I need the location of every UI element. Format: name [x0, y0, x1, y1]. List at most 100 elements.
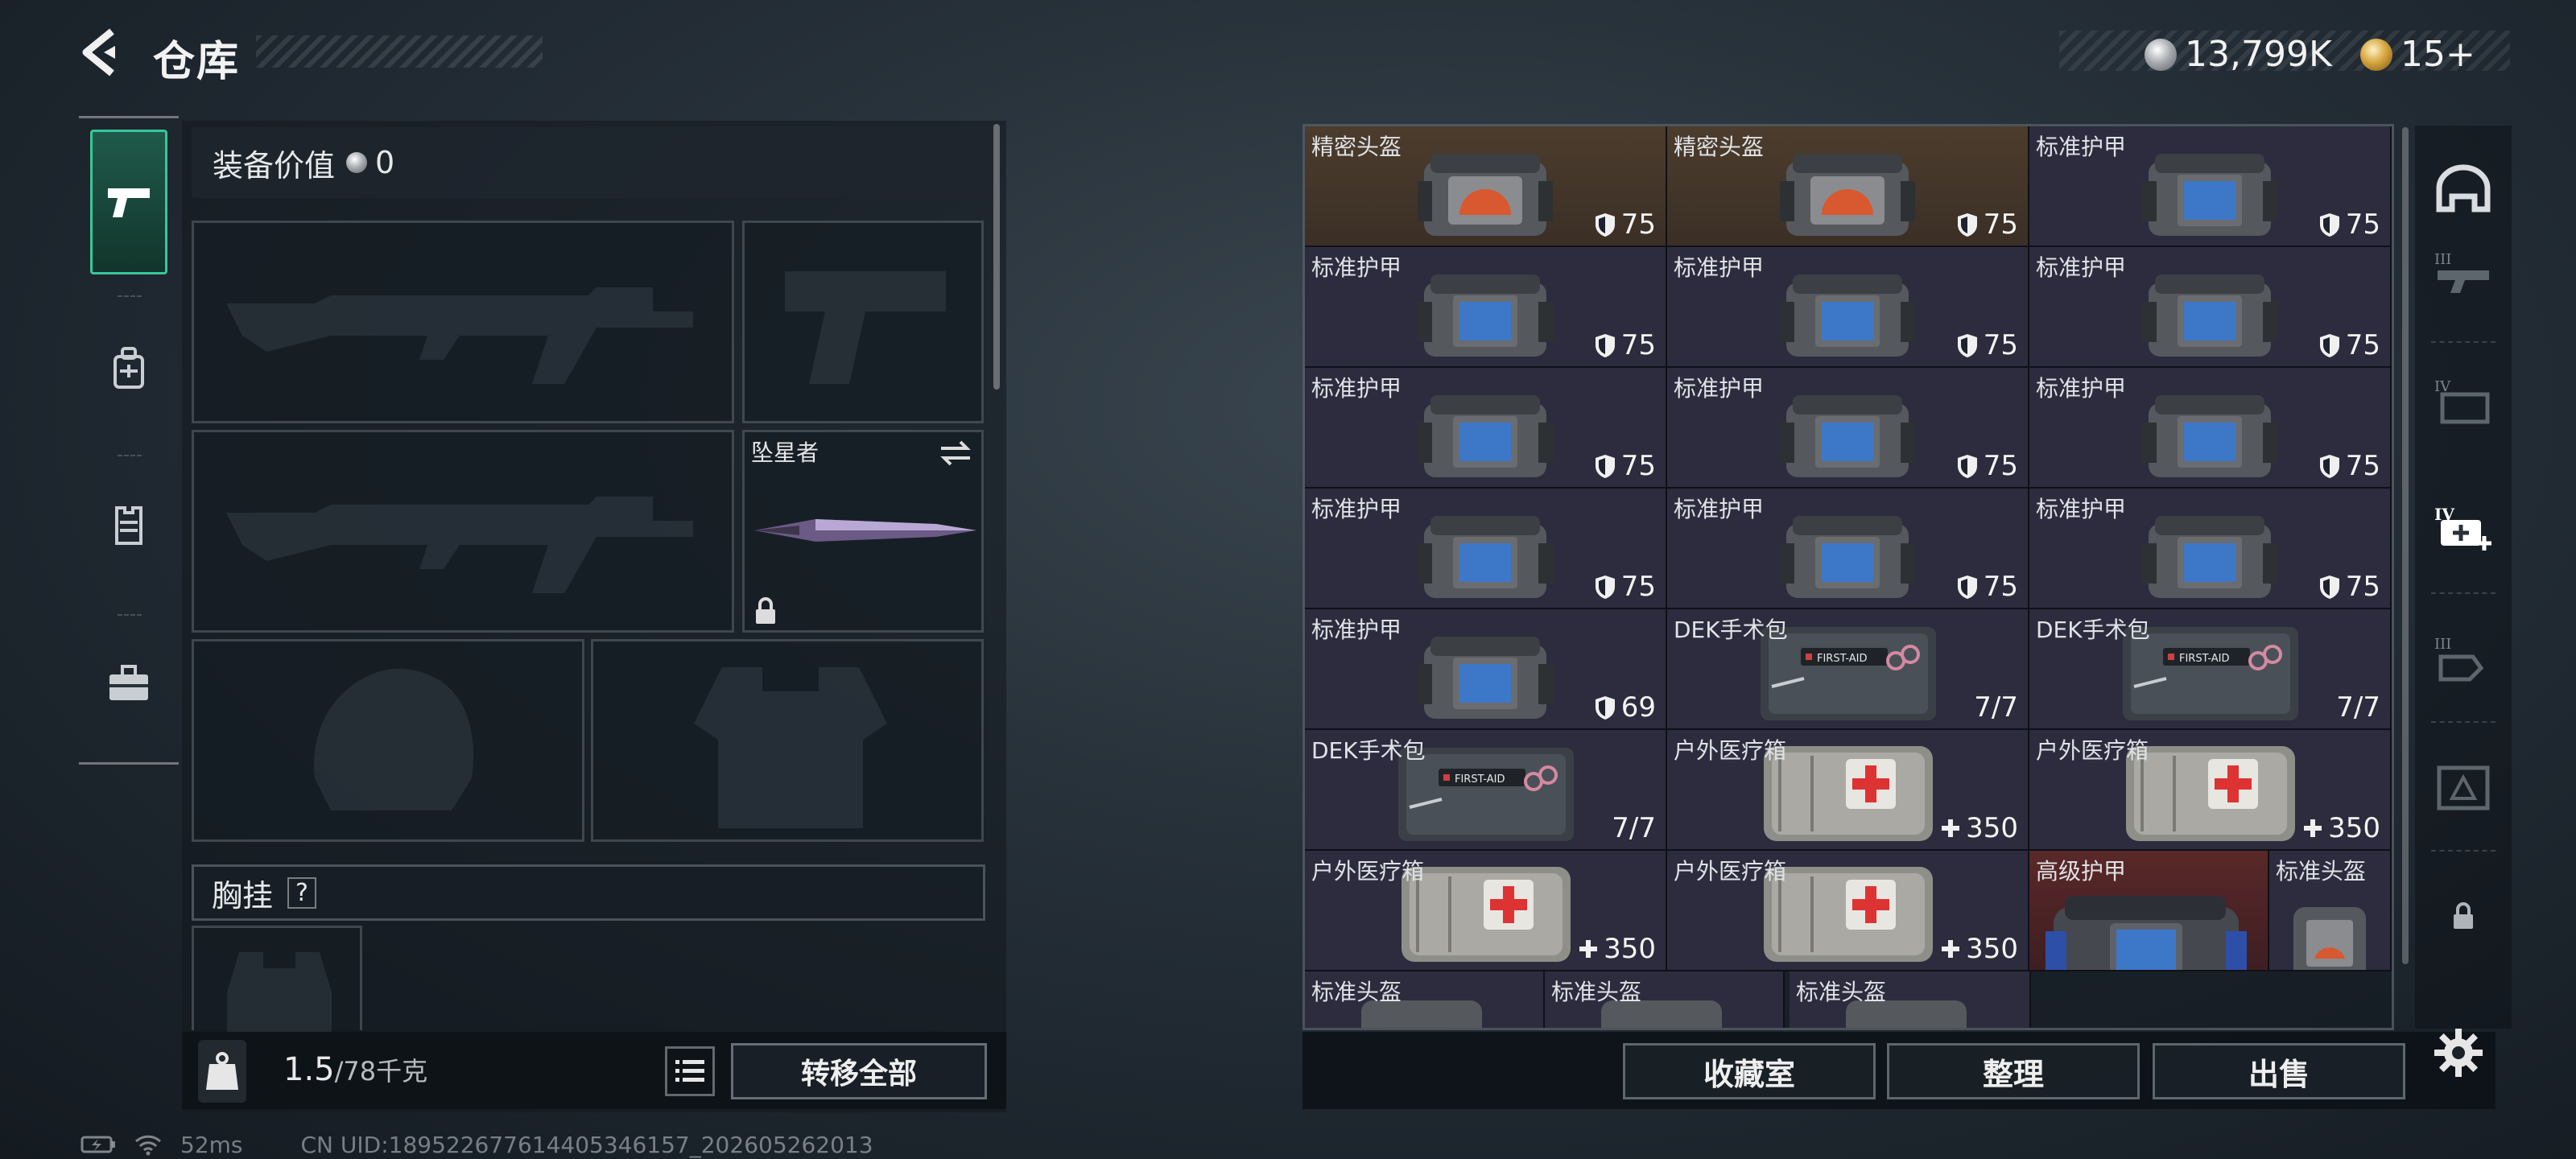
shield-icon: [1957, 575, 1977, 599]
gold-amount: 15+: [2401, 34, 2475, 75]
item-value: 75: [1956, 208, 2018, 241]
list-view-button[interactable]: [665, 1046, 715, 1096]
nav-separator: [2431, 721, 2496, 723]
silver-currency[interactable]: 13,799K: [2145, 34, 2332, 75]
bag-icon: [1780, 395, 1915, 477]
item-value-text: 75: [1983, 450, 2018, 482]
stash-item[interactable]: 标准护甲 75: [1667, 489, 2029, 609]
filter-helmet-tab[interactable]: [2429, 156, 2497, 224]
help-icon[interactable]: ?: [287, 876, 316, 909]
collection-room-button[interactable]: 收藏室: [1623, 1043, 1876, 1099]
shield-icon: [1595, 334, 1615, 357]
filter-tier4-ammo-tab[interactable]: IV: [2429, 367, 2497, 435]
item-name: DEK手术包: [2036, 617, 2150, 643]
sell-button[interactable]: 出售: [2153, 1043, 2405, 1099]
settings-button[interactable]: [2425, 1019, 2492, 1087]
warning-box-icon: [2437, 765, 2490, 810]
stash-grid: 精密头盔 75 精密头盔 75 标准护甲 75 标准护甲 75 标准护甲 75 标准护甲 75 标准护甲…: [1302, 124, 2394, 1030]
body-armor-slot[interactable]: [591, 639, 984, 842]
stash-item[interactable]: 标准护甲 75: [2029, 368, 2392, 489]
shield-icon: [2319, 213, 2339, 237]
back-button[interactable]: [74, 24, 130, 80]
item-value: 7/7: [1612, 812, 1656, 844]
item-value: 75: [2318, 450, 2380, 482]
stash-item[interactable]: DEK手术包 FIRST-AID 7/7: [2029, 609, 2392, 730]
stash-item[interactable]: DEK手术包 FIRST-AID 7/7: [1305, 730, 1667, 851]
item-name: 标准护甲: [1674, 254, 1765, 281]
bag-icon: [1780, 154, 1915, 236]
stash-item[interactable]: 标准护甲 75: [2029, 126, 2392, 247]
weight-current: 1.5: [283, 1051, 335, 1088]
filter-tier4-medical-tab[interactable]: IV: [2429, 496, 2497, 563]
item-name: 户外医疗箱: [1674, 737, 1787, 764]
stash-item[interactable]: 标准护甲 75: [1667, 247, 2029, 368]
stash-item[interactable]: 精密头盔 75: [1667, 126, 2029, 247]
shield-icon: [1595, 575, 1615, 599]
filter-tier3-tools-tab[interactable]: III: [2429, 625, 2497, 692]
bag-icon: [1418, 395, 1553, 477]
chest-rig-slot[interactable]: [192, 926, 362, 1033]
melee-slot[interactable]: 坠星者: [742, 430, 984, 633]
stash-item[interactable]: 标准护甲 75: [2029, 247, 2392, 368]
bag-icon: [2142, 395, 2277, 477]
item-name: 标准护甲: [2036, 254, 2127, 281]
stash-scrollbar[interactable]: [2402, 127, 2409, 964]
bag-icon: [2142, 154, 2277, 236]
stash-item[interactable]: 标准头盔: [2269, 851, 2392, 971]
gold-coin-icon: [2360, 38, 2392, 71]
stash-item[interactable]: 户外医疗箱 350: [1305, 851, 1667, 971]
sidearm-slot[interactable]: [742, 221, 984, 423]
stash-item[interactable]: 标准护甲 75: [1305, 368, 1667, 489]
equipment-value-label: 装备价值: [213, 147, 336, 184]
knife-icon: [754, 519, 976, 542]
item-value-text: 350: [1604, 933, 1656, 965]
loadout-category-nav: [79, 116, 179, 765]
stash-item[interactable]: 标准护甲 75: [1305, 247, 1667, 368]
bag-icon: [2142, 516, 2277, 598]
item-name: 标准头盔: [1551, 979, 1642, 1005]
transfer-all-button[interactable]: 转移全部: [731, 1043, 987, 1099]
nav-armor-tab[interactable]: [90, 453, 167, 598]
primary-weapon-slot-1[interactable]: [192, 221, 734, 423]
rifle-silhouette-icon: [226, 497, 693, 593]
item-value-text: 75: [2345, 329, 2380, 361]
item-value-text: 69: [1620, 691, 1656, 724]
organize-button[interactable]: 整理: [1887, 1043, 2140, 1099]
equipment-value: 0: [375, 145, 395, 180]
stash-item[interactable]: 标准护甲 75: [2029, 489, 2392, 609]
stash-item[interactable]: 精密头盔 75: [1305, 126, 1667, 247]
nav-backpack-tab[interactable]: [90, 295, 167, 440]
item-name: 精密头盔: [1674, 134, 1765, 160]
helmet-slot[interactable]: [192, 639, 584, 842]
item-value: 75: [1594, 329, 1656, 361]
stash-item[interactable]: 标准护甲 75: [1305, 489, 1667, 609]
svg-text:III: III: [2434, 636, 2451, 653]
nav-weapons-tab[interactable]: [90, 130, 167, 274]
item-name: 标准护甲: [2036, 134, 2127, 160]
filter-special-tab[interactable]: [2429, 753, 2497, 821]
filter-tier3-weapon-tab[interactable]: III: [2429, 238, 2497, 306]
equipment-scrollbar[interactable]: [993, 124, 1000, 390]
item-value: 75: [1956, 450, 2018, 482]
stash-item[interactable]: 标准护甲 75: [1667, 368, 2029, 489]
stash-item[interactable]: 户外医疗箱 350: [1667, 851, 2029, 971]
stash-item[interactable]: 标准头盔: [1305, 971, 1545, 1028]
filter-locked-tab[interactable]: [2429, 882, 2497, 950]
bag-icon: [2293, 907, 2366, 970]
item-name: DEK手术包: [1311, 737, 1426, 764]
item-value: 75: [2318, 571, 2380, 603]
item-value: 7/7: [2336, 691, 2380, 724]
primary-weapon-slot-2[interactable]: [192, 430, 734, 633]
nav-toolbox-tab[interactable]: [90, 611, 167, 756]
player-uid: CN UID:18952267761440534615​7_2026052620…: [300, 1131, 873, 1158]
gold-currency[interactable]: 15+: [2360, 34, 2475, 75]
stash-item[interactable]: 户外医疗箱 350: [2029, 730, 2392, 851]
stash-item[interactable]: 户外医疗箱 350: [1667, 730, 2029, 851]
stash-item[interactable]: 标准头盔: [1790, 971, 2031, 1028]
stash-item[interactable]: 标准护甲 69: [1305, 609, 1667, 730]
stash-item[interactable]: DEK手术包 FIRST-AID 7/7: [1667, 609, 2029, 730]
swap-icon[interactable]: [938, 439, 973, 468]
stash-item[interactable]: 标准头盔: [1545, 971, 1785, 1028]
stash-item[interactable]: 高级护甲: [2029, 851, 2269, 971]
tier4-medkit-icon: IV: [2434, 505, 2491, 551]
